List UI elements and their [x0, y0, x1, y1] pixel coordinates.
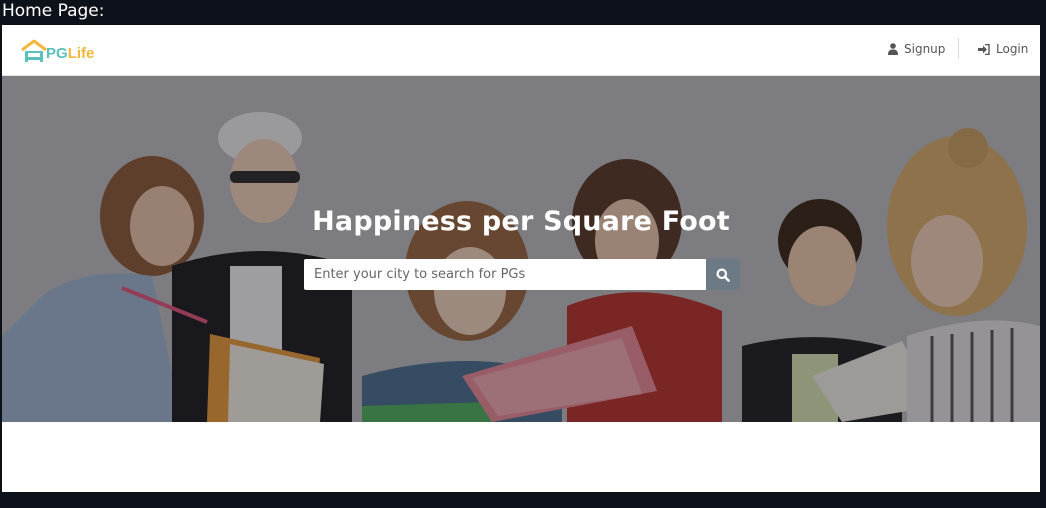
- login-label: Login: [996, 42, 1029, 56]
- user-icon: [888, 43, 898, 55]
- signup-link[interactable]: Signup: [888, 39, 945, 59]
- house-logo-icon: [21, 39, 47, 62]
- search-icon: [716, 268, 730, 282]
- browser-viewport: PGLife Signup Login Happiness per Square…: [2, 25, 1040, 492]
- signup-label: Signup: [904, 42, 946, 56]
- hero-banner: Happiness per Square Foot: [2, 76, 1040, 422]
- city-search-input[interactable]: [304, 259, 706, 290]
- hero-title: Happiness per Square Foot: [312, 206, 730, 237]
- brand-name: PGLife: [46, 45, 95, 62]
- login-link[interactable]: Login: [978, 39, 1028, 59]
- hero-overlay: [2, 76, 1040, 422]
- search-button[interactable]: [706, 259, 740, 290]
- city-search: [304, 259, 740, 290]
- nav-divider: [958, 38, 959, 59]
- page-caption: Home Page:: [2, 1, 105, 21]
- brand-logo[interactable]: PGLife: [20, 37, 94, 63]
- navbar: PGLife Signup Login: [2, 25, 1040, 76]
- sign-in-icon: [978, 43, 990, 55]
